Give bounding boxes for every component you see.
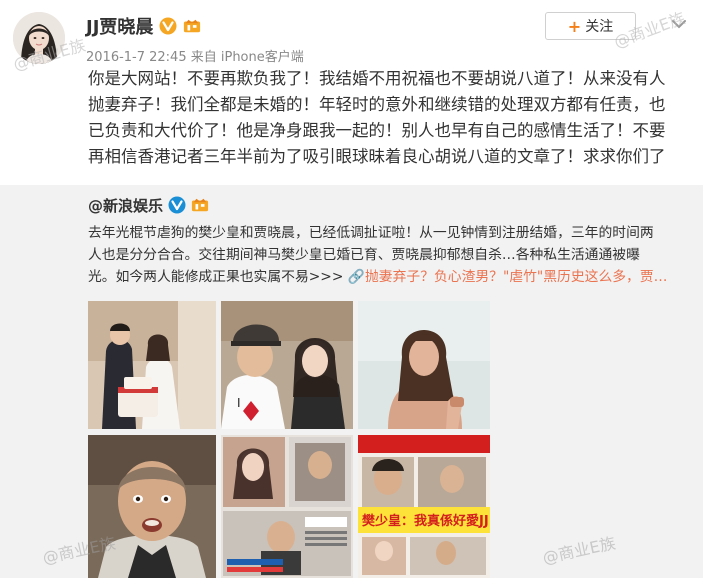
- watermark-bottom-right: @商业E族: [540, 533, 618, 568]
- repost-body-text: 去年光棍节虐狗的樊少皇和贾晓晨，已经低调扯证啦！从一见钟情到注册结婚，三年的时间…: [88, 222, 698, 288]
- repost-card[interactable]: @新浪娱乐 去年光棍节虐狗的樊少皇和贾晓晨，已经低调扯证啦！从一见钟情到注册结婚…: [0, 185, 703, 578]
- couple-selfie-photo[interactable]: I: [221, 301, 353, 429]
- woman-portrait-photo[interactable]: [358, 301, 490, 429]
- wedding-cake-photo[interactable]: [88, 301, 216, 429]
- magazine-headline: 樊少皇：我真係好愛JJ: [362, 513, 489, 529]
- follow-label: 关注: [585, 19, 614, 35]
- member-crown-icon[interactable]: [183, 17, 201, 35]
- weibo-post: JJ贾晓晨 2016-1-7 22:45 来自 iPhone客户端 + 关注 你…: [0, 0, 703, 578]
- magazine-cover-photo[interactable]: 樊少皇：我真係好愛JJ: [358, 435, 490, 578]
- svg-text:I: I: [237, 396, 241, 410]
- post-body-text: 你是大网站！不要再欺负我了！我结婚不用祝福也不要胡说八道了！从来没有人 抛妻弃子…: [88, 69, 666, 166]
- verified-v-icon: [168, 196, 186, 214]
- verified-v-icon: [159, 17, 177, 35]
- user-name[interactable]: JJ贾晓晨: [86, 13, 153, 39]
- member-crown-icon[interactable]: [191, 196, 209, 214]
- user-name-row: JJ贾晓晨: [86, 13, 201, 39]
- repost-author[interactable]: @新浪娱乐: [88, 195, 163, 216]
- magazine-collage-photo[interactable]: [221, 435, 353, 578]
- repost-article-link[interactable]: 🔗抛妻弃子？负心渣男？"虐竹"黑历史这么多，贾…: [348, 269, 668, 285]
- plus-icon: +: [567, 16, 582, 36]
- repost-header: @新浪娱乐: [88, 194, 209, 216]
- post-meta: 2016-1-7 22:45 来自 iPhone客户端: [86, 50, 304, 65]
- shaved-head-still-photo[interactable]: [88, 435, 216, 578]
